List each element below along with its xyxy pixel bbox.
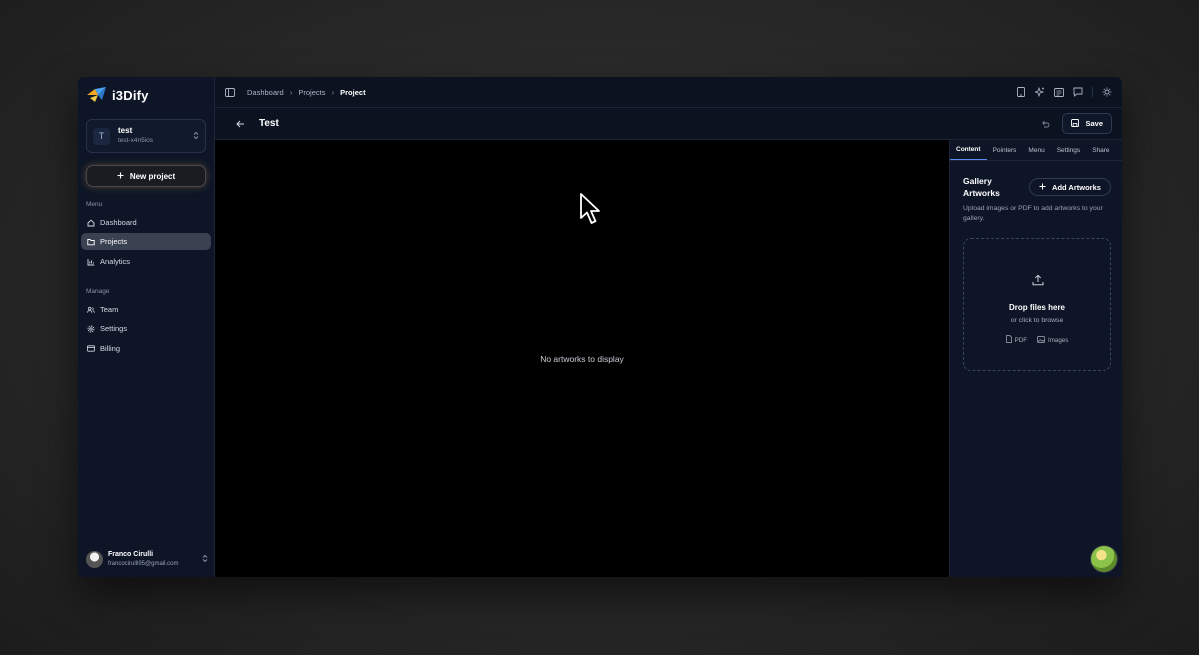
add-artworks-button[interactable]: Add Artworks [1029,178,1111,196]
message-icon[interactable] [1073,87,1083,97]
tab-share[interactable]: Share [1086,140,1115,160]
breadcrumb: Dashboard › Projects › Project [247,88,366,97]
sidebar-item-analytics[interactable]: Analytics [81,253,211,270]
sun-icon[interactable] [1102,87,1112,97]
newspaper-icon[interactable] [1054,87,1064,97]
panel-tabs: Content Pointers Menu Settings Share [950,140,1122,161]
gallery-artworks-title: Gallery Artworks [963,176,1000,198]
new-project-label: New project [129,171,176,181]
toolbar-divider [1092,87,1093,97]
breadcrumb-current: Project [340,87,366,97]
bird-logo-icon [86,86,108,104]
chevron-right-icon: › [289,87,293,97]
tablet-icon[interactable] [1016,87,1026,97]
manage-section-label: Manage [86,288,110,295]
main-area: Dashboard › Projects › Project Test Save… [215,77,1122,577]
plus-icon [1039,183,1046,192]
save-button[interactable]: Save [1062,113,1112,134]
file-type-pdf: PDF [1005,335,1028,345]
undo-icon[interactable] [1040,119,1050,129]
plus-icon [117,172,124,181]
app-name: i3Dify [112,87,149,103]
sidebar-item-label: Dashboard [100,218,137,227]
sparkles-icon[interactable] [1035,87,1045,97]
save-icon [1071,118,1080,129]
mouse-cursor-icon [579,192,603,231]
arrow-left-icon[interactable] [235,119,245,129]
sidebar: i3Dify T test test-x4n5ios New project M… [78,77,215,577]
toolbar-icons [1016,87,1112,97]
workspace-name: test [118,126,133,135]
avatar [86,551,103,568]
editor-content: No artworks to display Content Pointers … [215,140,1122,577]
sidebar-item-projects[interactable]: Projects [81,233,211,250]
home-icon [87,219,95,227]
empty-state-text: No artworks to display [540,354,624,364]
file-icon [1005,335,1012,345]
sidebar-item-label: Settings [100,324,128,333]
sidebar-item-dashboard[interactable]: Dashboard [81,214,211,231]
tab-content[interactable]: Content [950,140,987,160]
file-dropzone[interactable]: Drop files here or click to browse PDF I… [963,238,1111,371]
upload-icon [1032,273,1044,291]
folder-icon [87,238,95,246]
users-icon [87,306,95,314]
app-window: i3Dify T test test-x4n5ios New project M… [78,77,1122,577]
workspace-switcher[interactable]: T test test-x4n5ios [86,119,206,153]
menu-section-label: Menu [86,201,103,208]
sidebar-item-label: Billing [100,344,121,353]
bar-chart-icon [87,258,95,266]
sidebar-item-label: Projects [100,237,128,246]
file-type-label: Images [1048,336,1069,344]
top-bar: Dashboard › Projects › Project [215,77,1122,108]
gear-icon [87,325,95,333]
app-logo[interactable]: i3Dify [86,86,149,104]
page-title: Test [259,118,279,129]
workspace-slug: test-x4n5ios [118,137,154,144]
user-name: Franco Cirulli [108,551,154,558]
dropzone-title: Drop files here [1008,303,1065,312]
workspace-avatar: T [93,127,110,145]
chevron-up-down-icon [202,554,208,565]
sidebar-item-settings[interactable]: Settings [81,320,211,337]
new-project-button[interactable]: New project [86,165,206,187]
sidebar-item-label: Team [100,305,119,314]
sidebar-item-label: Analytics [100,257,131,266]
project-header: Test Save [215,108,1122,140]
tab-menu[interactable]: Menu [1022,140,1050,160]
artwork-canvas[interactable]: No artworks to display [215,140,949,577]
user-menu[interactable]: Franco Cirulli francocirulli95@gmail.com [86,551,208,568]
breadcrumb-projects[interactable]: Projects [298,88,325,97]
add-artworks-label: Add Artworks [1052,182,1101,192]
save-label: Save [1085,119,1103,128]
gallery-description: Upload images or PDF to add artworks to … [963,205,1103,222]
floating-avatar-button[interactable] [1091,546,1117,572]
accepted-file-types: PDF Images [964,335,1110,345]
credit-card-icon [87,345,95,353]
chevron-right-icon: › [331,87,335,97]
properties-panel: Content Pointers Menu Settings Share Gal… [949,140,1122,577]
image-icon [1037,335,1045,345]
dropzone-subtitle: or click to browse [1010,317,1064,324]
file-type-label: PDF [1014,336,1028,344]
sidebar-item-billing[interactable]: Billing [81,340,211,357]
tab-settings[interactable]: Settings [1051,140,1087,160]
breadcrumb-dashboard[interactable]: Dashboard [247,88,284,97]
sidebar-toggle-icon[interactable] [225,87,235,97]
user-email: francocirulli95@gmail.com [108,560,179,567]
tab-pointers[interactable]: Pointers [987,140,1023,160]
chevron-up-down-icon [193,131,199,142]
file-type-images: Images [1037,335,1068,345]
sidebar-item-team[interactable]: Team [81,301,211,318]
